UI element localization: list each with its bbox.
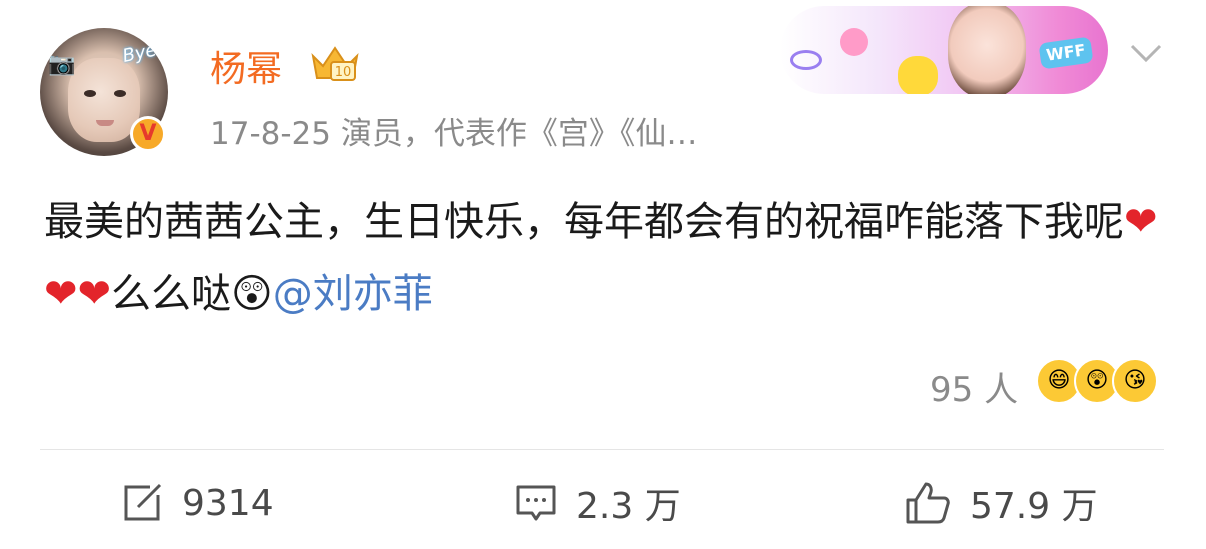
like-button[interactable]: 57.9 万	[904, 480, 1098, 527]
comment-icon	[516, 485, 556, 521]
repost-count: 9314	[182, 482, 274, 524]
avatar-face	[68, 58, 140, 142]
chevron-down-icon[interactable]	[1128, 40, 1164, 68]
avatar-eye	[114, 90, 126, 97]
repost-icon	[124, 483, 162, 521]
heart-icon: ❤	[44, 271, 78, 317]
planet-icon	[840, 28, 868, 56]
decorative-banner[interactable]: WFF	[780, 6, 1108, 94]
reaction-count[interactable]: 95 人	[930, 362, 1018, 411]
mention-link[interactable]: @刘亦菲	[273, 271, 433, 317]
banner-portrait	[948, 6, 1026, 94]
repost-button[interactable]: 9314	[120, 480, 274, 526]
heart-icon: ❤	[77, 271, 112, 317]
avatar-sticker-text: Bye2020	[120, 29, 168, 68]
surprised-emoji-icon: 😲	[231, 271, 273, 317]
mascot-icon	[898, 56, 938, 94]
divider	[40, 449, 1164, 450]
post-text: 最美的茜茜公主，生日快乐，每年都会有的祝福咋能落下我呢	[44, 199, 1124, 245]
post-text-tail: 么么哒	[111, 271, 232, 317]
username[interactable]: 杨幂	[210, 40, 282, 92]
thumbs-up-icon	[906, 482, 950, 524]
verified-badge: V	[130, 116, 166, 152]
banner-label: WFF	[1038, 36, 1094, 70]
post-content: 最美的茜茜公主，生日快乐，每年都会有的祝福咋能落下我呢❤❤❤么么哒😲@刘亦菲	[44, 186, 1174, 330]
comment-button[interactable]: 2.3 万	[514, 480, 681, 527]
avatar-eye	[84, 90, 96, 97]
reaction-emojis[interactable]: 😄 😲 😘	[1036, 358, 1166, 410]
heart-icon: ❤	[1124, 199, 1158, 245]
vip-crown-icon[interactable]: 10	[309, 42, 361, 84]
like-count: 57.9 万	[970, 486, 1098, 527]
vip-level: 10	[335, 65, 352, 80]
kiss-emoji-icon: 😘	[1112, 358, 1158, 404]
comment-count: 2.3 万	[576, 486, 681, 527]
camera-icon: 📷	[48, 52, 76, 77]
post-meta: 17-8-25 演员，代表作《宫》《仙…	[210, 116, 698, 152]
planet-ring-icon	[790, 50, 822, 70]
